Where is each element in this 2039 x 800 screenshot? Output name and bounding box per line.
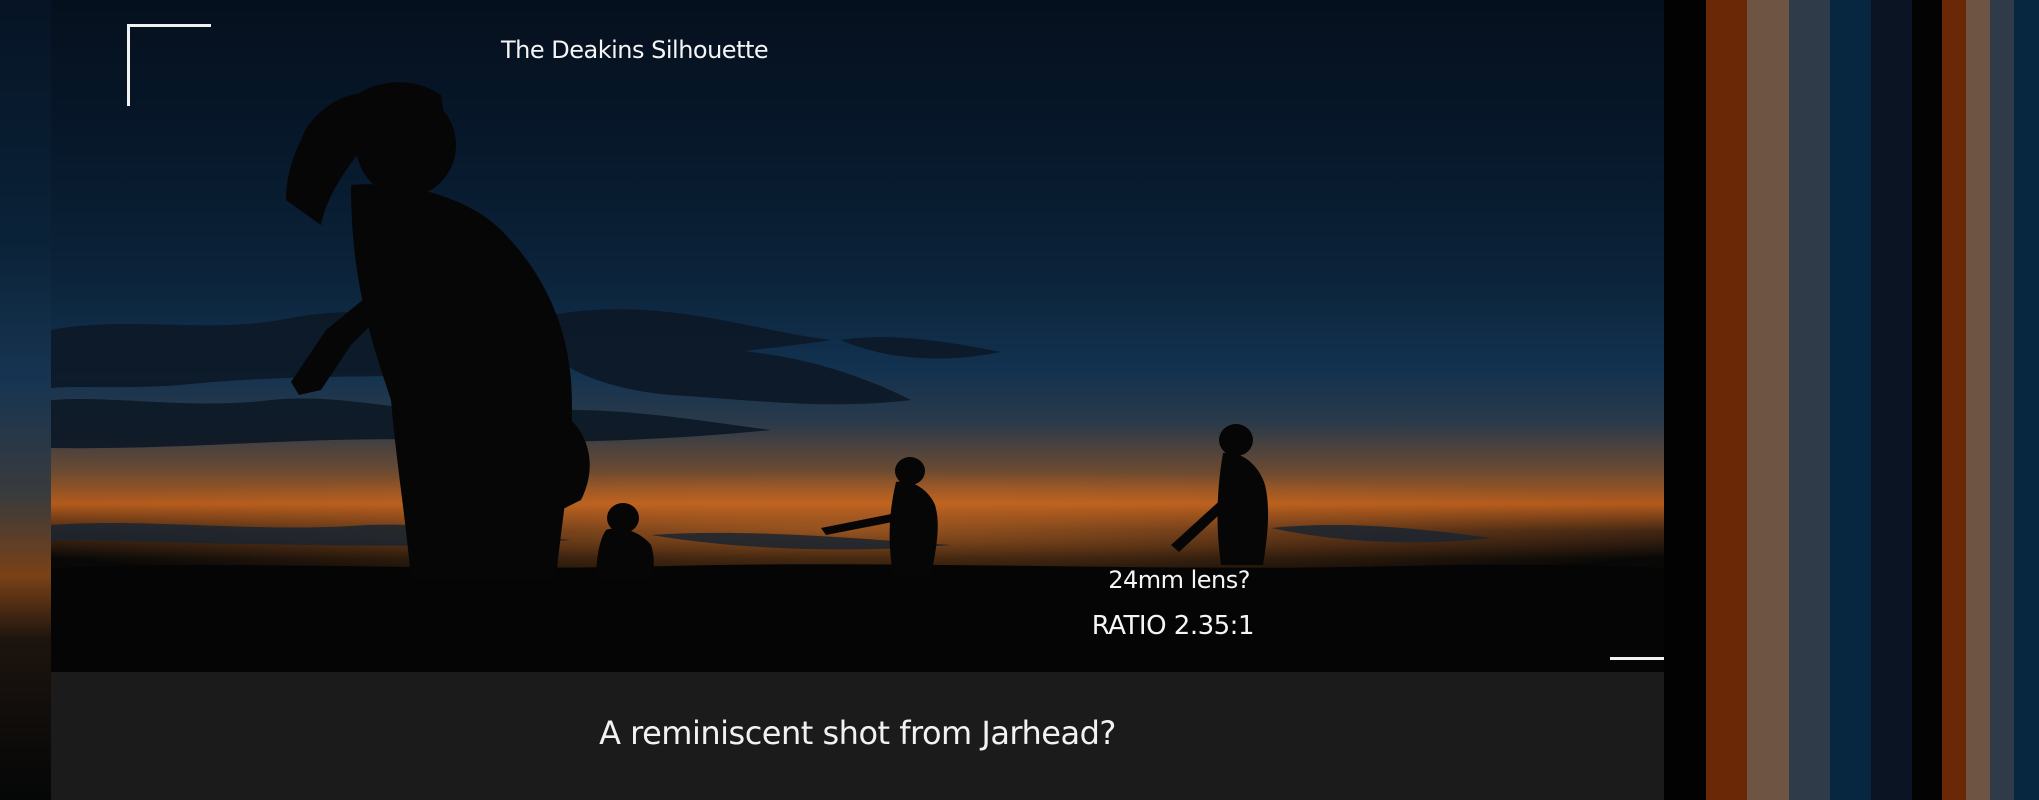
palette-swatch-burnt-orange <box>1942 0 1966 800</box>
viewfinder-corner-top-left <box>127 24 211 106</box>
slide-title: The Deakins Silhouette <box>501 36 769 64</box>
palette-swatch-black <box>1664 0 1706 800</box>
color-palette <box>1664 0 2039 800</box>
lens-note: 24mm lens? <box>1108 566 1250 594</box>
film-frame: The Deakins Silhouette 24mm lens? RATIO … <box>51 0 1664 672</box>
sunset-silhouette-scene <box>51 82 1664 672</box>
ground <box>51 564 1664 672</box>
palette-swatch-burnt-orange <box>1706 0 1747 800</box>
palette-swatch-black <box>1912 0 1942 800</box>
aspect-ratio-label: RATIO 2.35:1 <box>1091 611 1255 641</box>
palette-swatch-deep-navy <box>1830 0 1871 800</box>
viewfinder-corner-bottom-right <box>1610 575 1664 660</box>
blurred-backdrop-strip <box>0 0 51 800</box>
palette-swatch-deep-navy <box>2014 0 2039 800</box>
film-still-slide: The Deakins Silhouette 24mm lens? RATIO … <box>0 0 2039 800</box>
palette-swatch-tan-brown <box>1747 0 1789 800</box>
palette-swatch-midnight <box>1871 0 1912 800</box>
caption-text: A reminiscent shot from Jarhead? <box>599 714 1116 752</box>
palette-swatch-tan-brown <box>1966 0 1990 800</box>
caption-bar: A reminiscent shot from Jarhead? <box>51 672 1664 800</box>
palette-swatch-slate-blue <box>1990 0 2014 800</box>
palette-swatch-slate-blue <box>1789 0 1830 800</box>
